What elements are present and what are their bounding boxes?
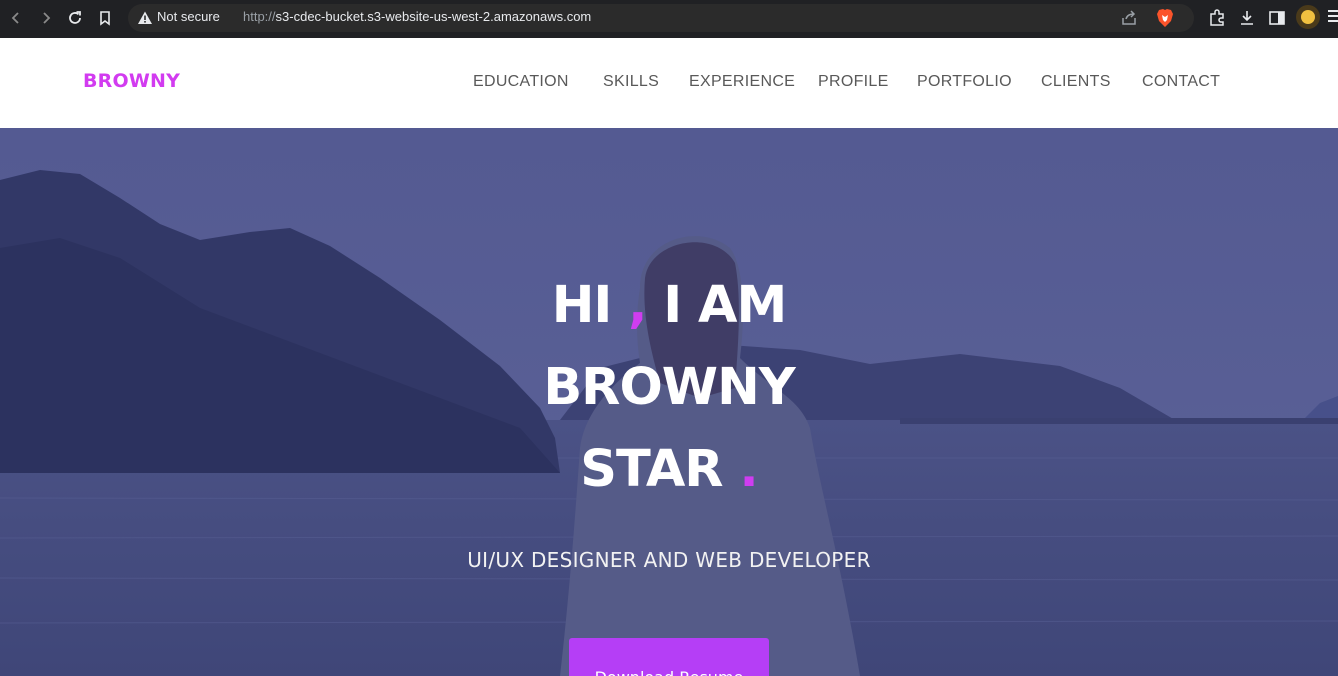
- hero-i-am: I AM: [646, 276, 787, 335]
- address-bar[interactable]: Not secure http://s3-cdec-bucket.s3-webs…: [128, 4, 1194, 32]
- nav-link-profile[interactable]: PROFILE: [818, 73, 889, 91]
- menu-icon[interactable]: [1328, 10, 1338, 25]
- nav-link-experience[interactable]: EXPERIENCE: [689, 73, 795, 91]
- back-icon[interactable]: [5, 7, 27, 29]
- bookmark-icon[interactable]: [94, 7, 116, 29]
- hero-heading-line-1: HI , I AM: [0, 276, 1338, 335]
- url-protocol: http://: [243, 9, 276, 24]
- url-host: s3-cdec-bucket.s3-website-us-west-2.amaz…: [275, 9, 592, 24]
- hero-section: HI , I AM BROWNY STAR . UI/UX DESIGNER A…: [0, 128, 1338, 676]
- nav-link-skills[interactable]: SKILLS: [603, 73, 659, 91]
- hero-heading-line-2: BROWNY: [543, 358, 795, 417]
- reload-icon[interactable]: [64, 7, 86, 29]
- forward-icon[interactable]: [35, 7, 57, 29]
- download-icon[interactable]: [1237, 8, 1257, 28]
- security-status[interactable]: Not secure: [157, 9, 220, 24]
- download-resume-button[interactable]: Download Resume: [569, 638, 769, 676]
- nav-link-clients[interactable]: CLIENTS: [1041, 73, 1111, 91]
- hero-star: STAR: [580, 440, 723, 499]
- sidebar-icon[interactable]: [1267, 8, 1287, 28]
- webpage: BROWNY EDUCATION SKILLS EXPERIENCE PROFI…: [0, 38, 1338, 676]
- nav-link-education[interactable]: EDUCATION: [473, 73, 569, 91]
- site-navbar: BROWNY EDUCATION SKILLS EXPERIENCE PROFI…: [0, 38, 1338, 128]
- share-icon[interactable]: [1120, 9, 1138, 27]
- brave-shields-icon[interactable]: [1156, 8, 1174, 28]
- hero-heading-line-3: STAR .: [0, 440, 1338, 499]
- url-text[interactable]: http://s3-cdec-bucket.s3-website-us-west…: [243, 9, 591, 24]
- extensions-icon[interactable]: [1207, 8, 1227, 28]
- profile-avatar[interactable]: [1296, 5, 1320, 29]
- nav-link-contact[interactable]: CONTACT: [1142, 73, 1220, 91]
- browser-toolbar: Not secure http://s3-cdec-bucket.s3-webs…: [0, 0, 1338, 38]
- hero-accent-dot: .: [722, 440, 758, 499]
- hero-greeting: HI: [551, 276, 613, 335]
- hero-accent-comma: ,: [611, 276, 647, 335]
- nav-menu: EDUCATION SKILLS EXPERIENCE PROFILE PORT…: [0, 73, 1338, 93]
- warning-icon: [138, 11, 152, 24]
- nav-link-portfolio[interactable]: PORTFOLIO: [917, 73, 1012, 91]
- hero-subtitle: UI/UX DESIGNER AND WEB DEVELOPER: [467, 548, 871, 572]
